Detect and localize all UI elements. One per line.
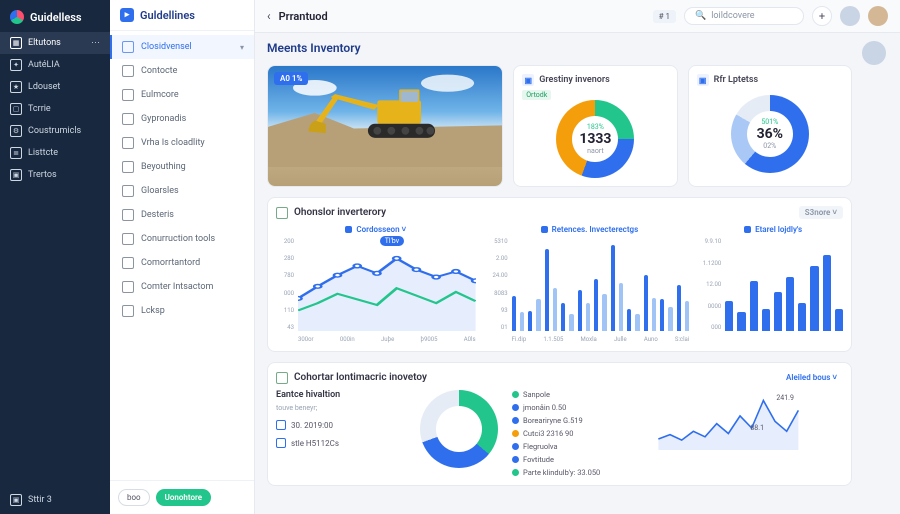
rail-brand: Guidelless [0,6,110,32]
sidebar-list: Closidvensel▾ Contocte Eulmcore Gypronad… [110,31,254,480]
list-icon: ≣ [10,147,22,159]
footer-pill[interactable]: boo [118,489,150,506]
content: Meents Inventory [255,33,900,514]
brand-label: Guidelless [30,11,82,24]
search-input[interactable]: 🔍loildcovere [684,7,804,25]
chart-bar-1: Retences. Invecterectgs 53102.0024.00808… [490,225,690,343]
hero-image-card: A0 1% [267,65,503,187]
svg-text:88.1: 88.1 [751,424,765,432]
sidebar-header: ▸ Guldellines [110,0,254,31]
chart-icon [122,305,134,317]
sparkline: 241.9 88.1 [614,390,843,477]
settings-icon: ▣ [10,494,22,506]
home-icon [122,41,134,53]
search-icon: 🔍 [695,11,706,21]
panel-cohortar: Cohortar lontimacric inovetoy Aleiled bo… [267,362,852,486]
more-icon[interactable]: ⋯ [91,38,100,48]
panel2-left: Eantce hivaltion touve beneyr; 30. 2019:… [276,390,406,477]
box-icon: ▦ [10,37,22,49]
star-icon: ★ [10,81,22,93]
panel-inventory: Ohonslor inverterory S3nore ˅ Cordosseon… [267,197,852,352]
avatar-1[interactable] [840,6,860,26]
rail-footer[interactable]: ▣Sttir 3 [0,486,110,514]
sidebar-item[interactable]: Comter Intsactom [110,275,254,299]
panel-icon [276,207,288,219]
rail-item-eltutons[interactable]: ▦Eltutons⋯ [0,32,110,54]
doc-icon [122,113,134,125]
sidebar-item[interactable]: Comorrtantord [110,251,254,275]
brand-logo-icon [10,10,24,24]
legend: Sanpolejmonåin 0.50Boreariryne G.519Cutc… [512,390,600,477]
rail-item-ldouset[interactable]: ★Ldouset [0,76,110,98]
main: ‹ Prrantuod # 1 🔍loildcovere + Meents In… [255,0,900,514]
nav-rail: Guidelless ▦Eltutons⋯ ✦AutéLIA ★Ldouset … [0,0,110,514]
stat-card-grestiny: ▣Grestiny invenors Ortodk 183%1333naort [513,65,677,187]
dot-icon [744,226,751,233]
hero-tag: A0 1% [274,72,308,85]
footer-pill-primary[interactable]: Uonohtore [156,489,211,506]
dot-icon [345,226,352,233]
guidelines-icon: ▸ [120,8,134,22]
doc-icon [122,185,134,197]
panel2-donut: 45%Sistir 219' 50 [420,390,498,468]
svg-text:241.9: 241.9 [777,394,795,402]
stat-icon: ▣ [697,74,709,86]
panel-icon [276,372,288,384]
page-title: Meents Inventory [267,41,361,55]
doc-icon [122,137,134,149]
sidebar-item[interactable]: Contocte [110,59,254,83]
chart-bar-2: Etarel lojdly's 9.9.101.120012.000000000 [703,225,843,343]
sidebar-item[interactable]: Desteris [110,203,254,227]
sidebar-footer: boo Uonohtore [110,480,254,514]
avatar-2[interactable] [868,6,888,26]
rail-item-coustrumicls[interactable]: ⚙Coustrumicls [0,120,110,142]
dot-icon [541,226,548,233]
stat-icon: ▣ [522,74,534,86]
grid-icon: ▣ [10,169,22,181]
panel-action[interactable]: S3nore ˅ [799,206,843,219]
back-button[interactable]: ‹ [267,9,271,23]
key-chip: # 1 [653,10,676,23]
doc-icon [122,65,134,77]
panel-action[interactable]: Aleiled bous ˅ [780,371,843,384]
right-rail [862,41,888,502]
tooltip-badge: Tl'bv [380,236,404,246]
square-icon: ▢ [10,103,22,115]
rail-item-listtcte[interactable]: ≣Listtcte [0,142,110,164]
chart-line: Cordosseon ˅ 20028078000011043 Tl'bv 300… [276,225,476,343]
sidebar-item[interactable]: Conurruction tools [110,227,254,251]
star-icon: ✦ [10,59,22,71]
doc-icon [122,209,134,221]
topbar: ‹ Prrantuod # 1 🔍loildcovere + [255,0,900,33]
sidebar-item[interactable]: Beyouthing [110,155,254,179]
row-icon [276,438,286,448]
sidebar-item[interactable]: Gloarsles [110,179,254,203]
sidebar-item[interactable]: Eulmcore [110,83,254,107]
rail-item-tcrrie[interactable]: ▢Tcrrie [0,98,110,120]
doc-icon [122,257,134,269]
sidebar-item-closidvensel[interactable]: Closidvensel▾ [110,35,254,59]
chevron-down-icon: ▾ [240,43,244,52]
status-badge: Ortodk [522,90,551,100]
rail-item-autelia[interactable]: ✦AutéLIA [0,54,110,76]
sidebar-item[interactable]: Vrha Is cloadlity [110,131,254,155]
doc-icon [122,89,134,101]
rail-item-trertos[interactable]: ▣Trertos [0,164,110,186]
add-button[interactable]: + [812,6,832,26]
doc-icon [122,281,134,293]
sidebar: ▸ Guldellines Closidvensel▾ Contocte Eul… [110,0,255,514]
doc-icon [122,161,134,173]
stat-card-rfr: ▣Rfr Lptetss 501%36%02% [688,65,852,187]
doc-icon [122,233,134,245]
gear-icon: ⚙ [10,125,22,137]
sidebar-item[interactable]: Gypronadis [110,107,254,131]
sidebar-item[interactable]: Lcksp [110,299,254,323]
row-icon [276,420,286,430]
avatar-3[interactable] [862,41,886,65]
breadcrumb: Prrantuod [279,10,328,23]
